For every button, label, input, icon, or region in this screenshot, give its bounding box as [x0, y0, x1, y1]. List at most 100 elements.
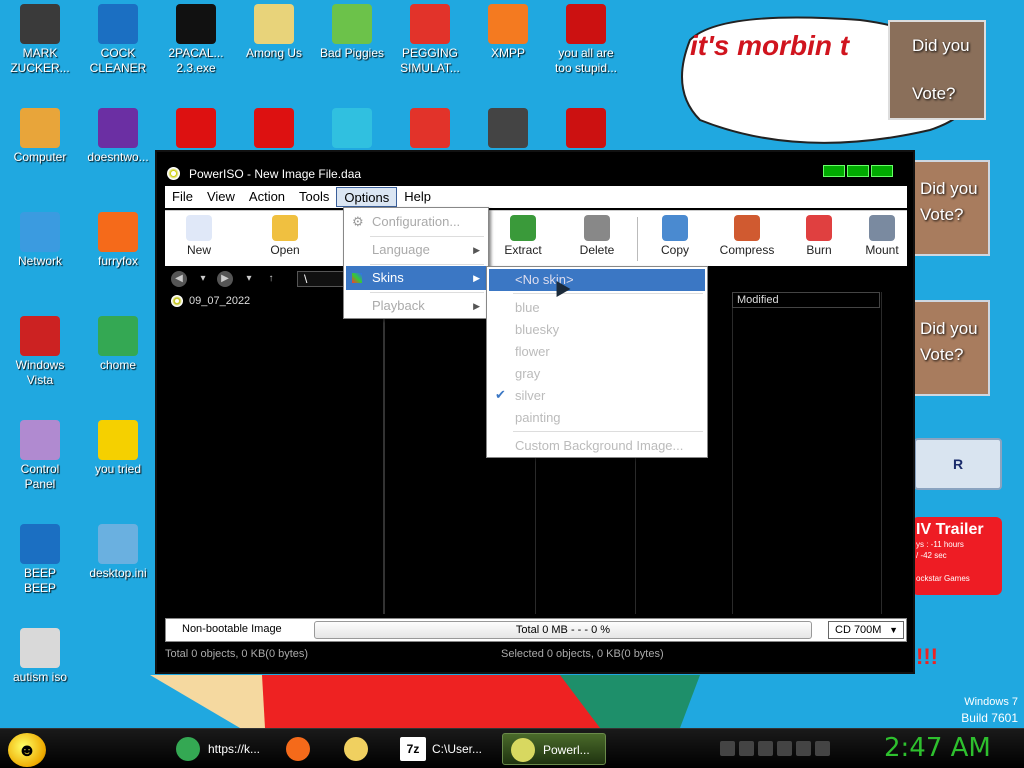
compress-button[interactable]: Compress [715, 215, 779, 257]
tree-item-label: 09_07_2022 [189, 295, 251, 307]
desktop-icon[interactable]: PEGGING SIMULAT... [390, 4, 470, 76]
xampp-tray-icon[interactable] [720, 741, 735, 756]
desktop-icon[interactable]: you tried [78, 420, 158, 477]
menu-item-playback[interactable]: Playback ▶ [346, 294, 486, 318]
network-tray-icon[interactable] [796, 741, 811, 756]
firefox-icon [286, 737, 310, 761]
menu-options[interactable]: Options [336, 187, 398, 207]
folder-tree[interactable]: 09_07_2022 [165, 292, 385, 614]
desktop-icon[interactable]: XMPP [468, 4, 548, 61]
desktop-icon[interactable]: Windows Vista [0, 316, 80, 388]
build-number: Build 7601 [961, 711, 1018, 725]
desktop-icon[interactable]: autism iso [0, 628, 80, 685]
desktop-icon[interactable]: Network [0, 212, 80, 269]
desktop-icon[interactable]: COCK CLEANER [78, 4, 158, 76]
start-button[interactable]: ☻ [8, 733, 46, 767]
desktop-icon[interactable]: Control Panel [0, 420, 80, 492]
burn-button[interactable]: Burn [787, 215, 851, 257]
menu-item-label: Skins [372, 270, 404, 285]
desktop-icon[interactable]: chome [78, 316, 158, 373]
windows-brand: Windows 7 [964, 696, 1018, 708]
desktop-icon[interactable] [312, 108, 392, 150]
desktop-icon[interactable]: MARK ZUCKER... [0, 4, 80, 76]
taskbar-item-firefox[interactable] [278, 733, 330, 765]
skin-item-no-skin[interactable]: <No skin> [489, 269, 705, 291]
desktop-icon[interactable]: Among Us [234, 4, 314, 61]
minimize-button[interactable] [823, 165, 845, 177]
desktop-icon[interactable] [468, 108, 548, 150]
capacity-select[interactable]: CD 700M ▼ [828, 621, 904, 639]
skin-item-gray[interactable]: gray [489, 363, 705, 385]
desktop-icon-label: XMPP [490, 46, 525, 60]
desktop-icon[interactable] [546, 108, 626, 150]
title-bar[interactable]: PowerISO - New Image File.daa [157, 162, 913, 186]
capacity-value: CD 700M [835, 624, 882, 636]
poweriso-icon [511, 738, 535, 762]
extract-button[interactable]: Extract [491, 215, 555, 257]
submenu-arrow-icon: ▶ [473, 273, 480, 283]
desktop-icon[interactable]: Bad Piggies [312, 4, 392, 61]
skin-item-painting[interactable]: painting [489, 407, 705, 429]
xampp-icon [488, 4, 528, 44]
menu-help[interactable]: Help [397, 187, 438, 207]
desktop-icon[interactable]: you all are too stupid... [546, 4, 626, 76]
desktop-icon[interactable]: BEEP BEEP [0, 524, 80, 596]
gem-icon [332, 108, 372, 148]
column-header-modified[interactable]: Modified [732, 292, 880, 308]
close-button[interactable] [871, 165, 893, 177]
book-icon [98, 4, 138, 44]
skin-item-silver-row[interactable]: ✔ silver [489, 385, 705, 407]
forward-dropdown-icon[interactable]: ▾ [241, 271, 257, 287]
skin-item-bluesky[interactable]: bluesky [489, 319, 705, 341]
open-button[interactable]: Open [253, 215, 317, 257]
book-icon [20, 524, 60, 564]
desktop-icon[interactable] [390, 108, 470, 150]
menu-divider [370, 236, 484, 237]
taskbar-item-chrome[interactable]: https://k... [168, 733, 272, 765]
chat-tray-icon[interactable] [758, 741, 773, 756]
tree-item-image[interactable]: 09_07_2022 [171, 295, 251, 308]
skin-item-blue[interactable]: blue [489, 297, 705, 319]
up-folder-icon[interactable]: ↑ [263, 271, 279, 287]
delete-icon [584, 215, 610, 241]
clock[interactable]: 2:47 AM [884, 733, 991, 763]
desktop-icon[interactable]: 2PACAL... 2.3.exe [156, 4, 236, 76]
gta-trailer-widget[interactable]: IV Trailer ys : -11 hours / -42 sec ocks… [912, 517, 1002, 595]
windows-watermark: Windows 7 Build 7601 [961, 694, 1018, 726]
menu-item-language[interactable]: Language ▶ [346, 238, 486, 262]
menu-tools[interactable]: Tools [292, 187, 336, 207]
copy-button[interactable]: Copy [643, 215, 707, 257]
desktop-icon[interactable]: desktop.ini [78, 524, 158, 581]
back-dropdown-icon[interactable]: ▾ [195, 271, 211, 287]
president-banner[interactable]: R PRESIDENT [914, 438, 1002, 490]
vote-card-obama[interactable]: Did you Vote? [888, 20, 986, 120]
desktop-icon[interactable] [234, 108, 314, 150]
mount-button[interactable]: Mount [857, 215, 907, 257]
new-button[interactable]: New [167, 215, 231, 257]
taskbar-item-poweriso[interactable]: Powerl... [502, 733, 606, 765]
desktop-icon[interactable] [156, 108, 236, 150]
desktop-icon[interactable]: furryfox [78, 212, 158, 269]
delete-button[interactable]: Delete [565, 215, 629, 257]
vote-card[interactable]: Did you Vote? [912, 300, 990, 396]
skin-item-custom-background[interactable]: Custom Background Image... [489, 435, 705, 457]
status-selected: Selected 0 objects, 0 KB(0 bytes) [501, 648, 664, 660]
taskbar-item-7zip[interactable]: 7z C:\User... [392, 733, 496, 765]
volume-tray-icon[interactable] [815, 741, 830, 756]
flag-tray-icon[interactable] [777, 741, 792, 756]
menu-item-skins[interactable]: Skins ▶ [346, 266, 486, 290]
vote-card[interactable]: Did you Vote? [912, 160, 990, 256]
menu-action[interactable]: Action [242, 187, 292, 207]
menu-item-configuration[interactable]: ⚙ Configuration... [346, 210, 486, 234]
maximize-button[interactable] [847, 165, 869, 177]
menu-file[interactable]: File [165, 187, 200, 207]
back-icon[interactable]: ◀ [171, 271, 187, 287]
chrome-icon [98, 316, 138, 356]
forward-icon[interactable]: ▶ [217, 271, 233, 287]
desktop-icon[interactable]: doesntwo... [78, 108, 158, 165]
desktop-icon[interactable]: Computer [0, 108, 80, 165]
skin-item-flower[interactable]: flower [489, 341, 705, 363]
taskbar-item-explorer[interactable] [336, 733, 388, 765]
menu-view[interactable]: View [200, 187, 242, 207]
search-tray-icon[interactable] [739, 741, 754, 756]
